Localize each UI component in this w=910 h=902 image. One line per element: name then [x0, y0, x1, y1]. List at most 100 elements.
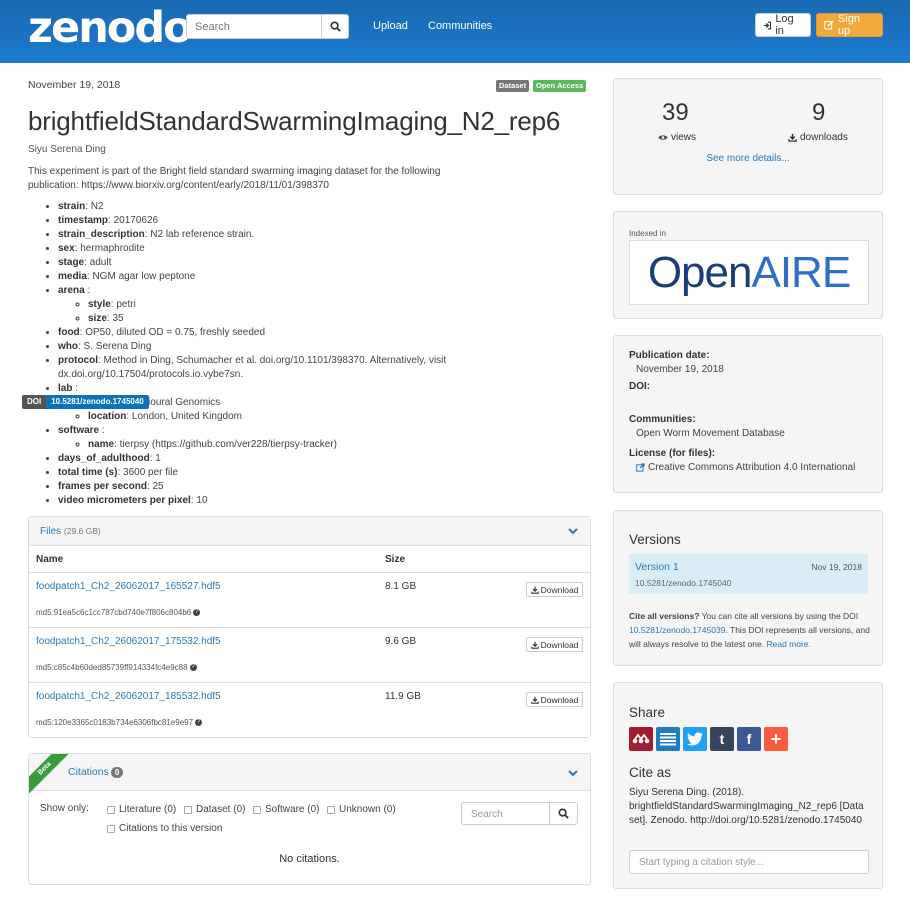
filter-software[interactable]: Software (0): [253, 804, 319, 815]
meta-value: : OP50, diluted OD = 0.75, freshly seede…: [79, 327, 266, 338]
concept-doi-link[interactable]: 10.5281/zenodo.1745039: [629, 625, 725, 635]
facebook-glyph: f: [746, 731, 752, 747]
filter-literature[interactable]: Literature (0): [107, 804, 176, 815]
file-row: foodpatch1_Ch2_26062017_165527.hdf5 md5:…: [29, 572, 590, 627]
citations-search-button[interactable]: [549, 802, 578, 825]
share-panel: Share t f + Cite as Siyu Serena Ding. (2…: [613, 682, 883, 889]
files-total-size: (29.6 GB): [63, 526, 101, 536]
checkbox[interactable]: [107, 824, 115, 833]
checkbox[interactable]: [184, 805, 192, 814]
citations-search-input[interactable]: Search: [461, 802, 550, 825]
version-row[interactable]: Version 1 Nov 19, 2018 10.5281/zenodo.17…: [629, 554, 868, 594]
meta-key: strain_description: [58, 229, 145, 240]
meta-value: : petri: [110, 299, 136, 310]
chevron-down-icon[interactable]: [568, 526, 578, 536]
download-button[interactable]: Download: [526, 692, 583, 707]
open-access-badge: Open Access: [533, 80, 587, 92]
search-icon: [558, 808, 569, 819]
meta-item: strain: N2: [58, 200, 468, 214]
meta-item: total time (s): 3600 per file: [58, 466, 468, 480]
stats-panel: 39 9 views downloads See more details...: [613, 78, 883, 195]
facebook-icon[interactable]: f: [737, 727, 761, 751]
login-button[interactable]: Log in: [755, 13, 811, 37]
file-size: 8.1 GB: [385, 581, 417, 592]
downloads-count: 9: [812, 99, 826, 126]
see-more-details-link[interactable]: See more details...: [614, 153, 882, 164]
download-button[interactable]: Download: [526, 637, 583, 652]
no-citations-message: No citations.: [279, 853, 340, 865]
read-more-link[interactable]: Read more.: [766, 639, 810, 649]
file-link[interactable]: foodpatch1_Ch2_26062017_185532.hdf5: [36, 691, 221, 702]
citations-toggle-link[interactable]: Citations: [68, 766, 109, 778]
file-md5: md5:120e3365c0183b734e6306fbc81e9e97?: [36, 718, 203, 727]
file-link[interactable]: foodpatch1_Ch2_26062017_165527.hdf5: [36, 581, 221, 592]
tumblr-icon[interactable]: t: [710, 727, 734, 751]
help-icon[interactable]: ?: [189, 664, 197, 672]
filter-unknown[interactable]: Unknown (0): [327, 804, 396, 815]
license-link[interactable]: Creative Commons Attribution 4.0 Interna…: [636, 462, 855, 473]
chevron-down-icon[interactable]: [568, 768, 578, 778]
meta-key: arena: [58, 285, 85, 296]
meta-key: media: [58, 271, 87, 282]
meta-value: :: [72, 383, 79, 394]
plus-glyph: +: [770, 728, 782, 749]
nav-communities[interactable]: Communities: [428, 20, 492, 32]
search-input[interactable]: [187, 15, 321, 38]
version-link[interactable]: Version 1: [635, 561, 679, 573]
checkbox[interactable]: [253, 805, 261, 814]
meta-item: software : name: tierpsy (https://github…: [58, 424, 468, 452]
meta-item: name: tierpsy (https://github.com/ver228…: [88, 438, 468, 452]
beta-ribbon: Beta: [29, 754, 71, 795]
openaire-logo-link[interactable]: OpenAIRE: [629, 240, 869, 305]
meta-key: frames per second: [58, 481, 147, 492]
meta-item: days_of_adulthood: 1: [58, 452, 468, 466]
files-panel-header[interactable]: Files (29.6 GB): [29, 517, 590, 546]
checkbox[interactable]: [107, 805, 115, 814]
meta-value: : 10: [190, 495, 208, 506]
nav-upload[interactable]: Upload: [373, 20, 408, 32]
communities-label: Communities:: [629, 414, 696, 425]
logo-open: Open: [647, 247, 753, 297]
signup-label: Sign up: [837, 13, 860, 37]
filter-this-version[interactable]: Citations to this version: [107, 823, 222, 834]
help-icon[interactable]: ?: [193, 609, 201, 617]
meta-item: food: OP50, diluted OD = 0.75, freshly s…: [58, 326, 468, 340]
cite-all-text: You can cite all versions by using the D…: [699, 611, 859, 621]
community-link[interactable]: Open Worm Movement Database: [636, 428, 785, 439]
login-icon: [763, 21, 772, 29]
checkbox[interactable]: [327, 805, 335, 814]
doi-badge[interactable]: DOI 10.5281/zenodo.1745040: [22, 395, 149, 409]
meta-value: : N2 lab reference strain.: [144, 229, 255, 240]
zenodo-logo[interactable]: zenodo: [28, 6, 193, 50]
author-link[interactable]: Siyu Serena Ding: [28, 144, 106, 155]
meta-key: who: [58, 341, 78, 352]
filter-dataset[interactable]: Dataset (0): [184, 804, 245, 815]
meta-key: sex: [58, 243, 75, 254]
citations-panel-header[interactable]: Beta Citations 0: [29, 754, 590, 795]
license-label: License (for files):: [629, 448, 716, 459]
search-button[interactable]: [321, 15, 348, 38]
publication-info-panel: Publication date: November 19, 2018 DOI:…: [613, 335, 883, 493]
citations-title[interactable]: Citations 0: [68, 766, 124, 778]
meta-key: style: [88, 299, 111, 310]
md5-text: md5:c85c4b60ded85739ff914334fc4e9c88: [36, 663, 188, 672]
meta-item: frames per second: 25: [58, 480, 468, 494]
views-label: views: [658, 132, 696, 143]
citations-panel: Beta Citations 0 Show only: Literature (0…: [28, 753, 591, 885]
download-button[interactable]: Download: [526, 582, 583, 597]
downloads-label-text: downloads: [800, 132, 848, 143]
twitter-icon[interactable]: [683, 727, 707, 751]
search-icon: [329, 21, 341, 32]
file-link[interactable]: foodpatch1_Ch2_26062017_175532.hdf5: [36, 636, 221, 647]
citation-style-input[interactable]: Start typing a citation style...: [629, 850, 869, 874]
mendeley-glyph: [632, 733, 650, 744]
files-toggle-link[interactable]: Files: [40, 526, 61, 537]
citeulike-icon[interactable]: [656, 727, 680, 751]
help-icon[interactable]: ?: [195, 719, 203, 727]
addthis-icon[interactable]: +: [764, 727, 788, 751]
show-only-label: Show only:: [40, 803, 89, 814]
signup-button[interactable]: Sign up: [816, 13, 883, 37]
meta-value: :: [84, 285, 91, 296]
twitter-glyph: [687, 732, 703, 746]
mendeley-icon[interactable]: [629, 727, 653, 751]
